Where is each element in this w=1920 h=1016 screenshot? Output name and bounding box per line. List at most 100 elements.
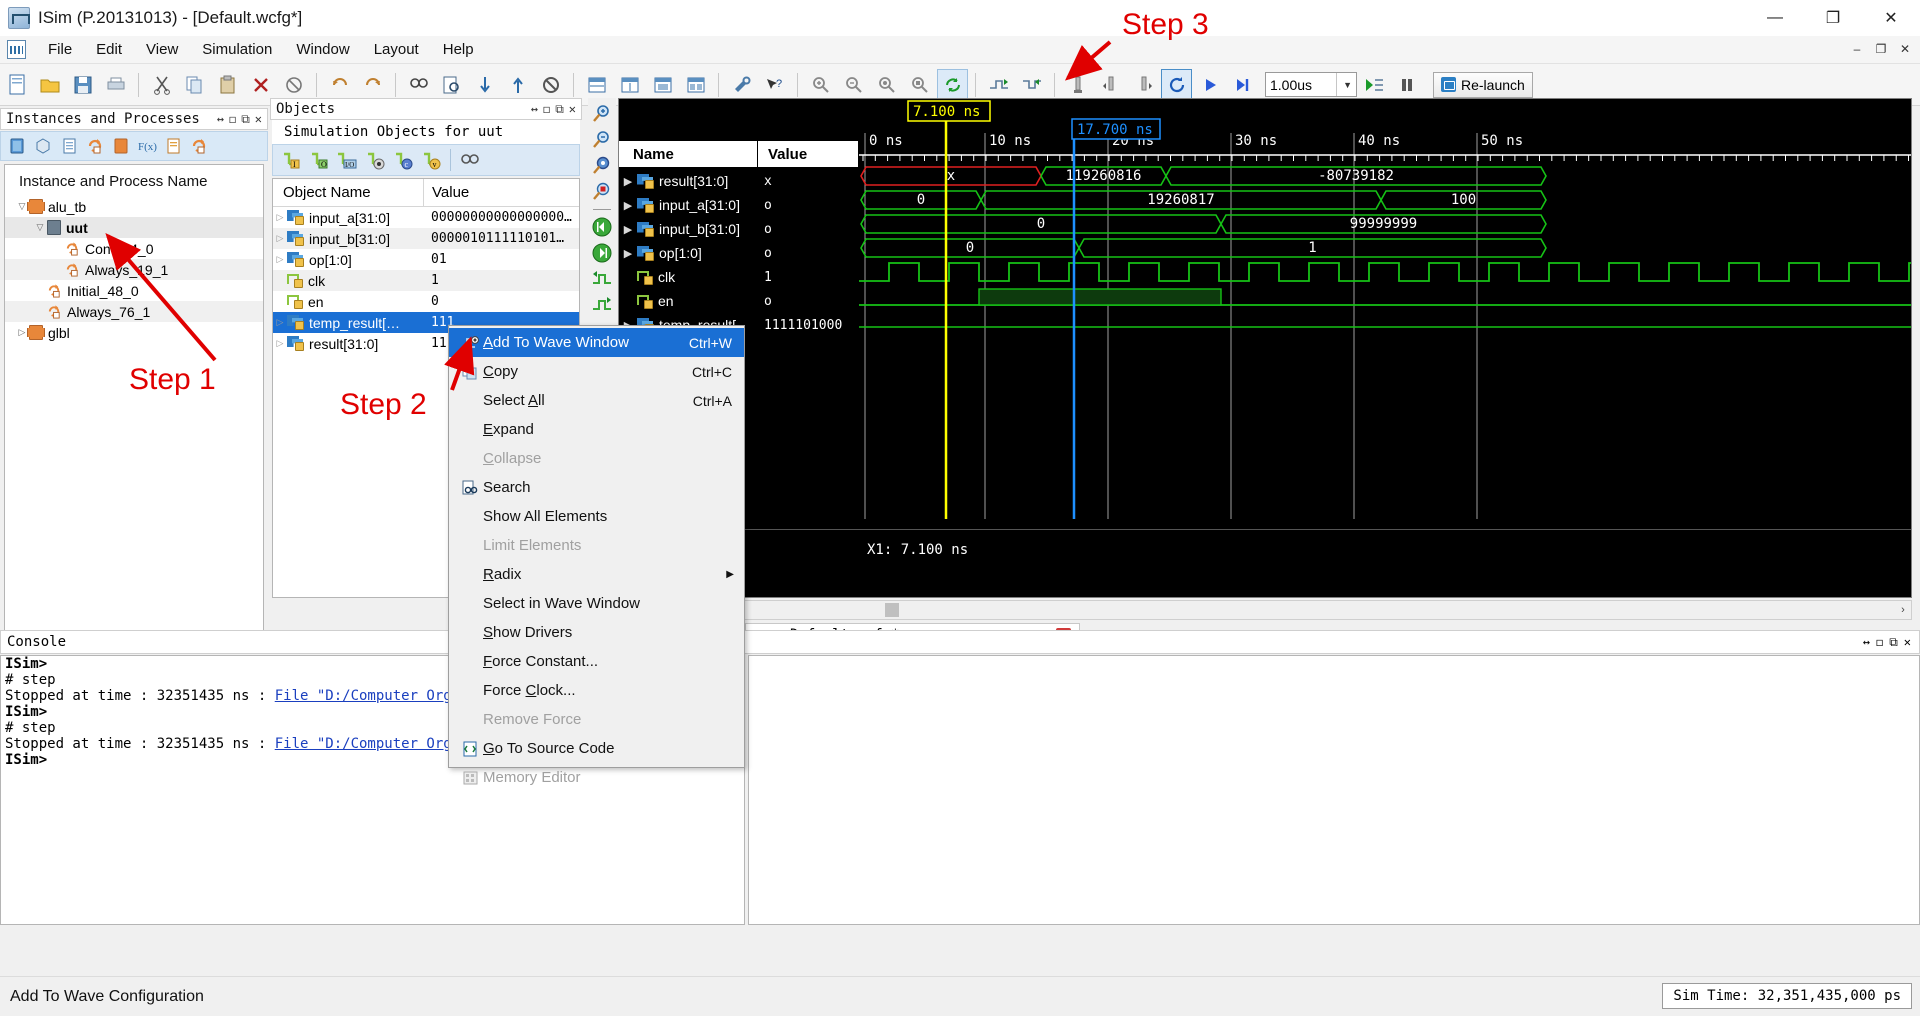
- always-filter-icon[interactable]: [187, 134, 211, 158]
- cut-icon[interactable]: [146, 69, 177, 100]
- instance-row-always_76_1[interactable]: Always_76_1: [5, 301, 263, 322]
- instance-tree[interactable]: Instance and Process Name ▽ alu_tb ▽ uut Con…: [4, 164, 264, 674]
- menu-item-show-drivers[interactable]: Show Drivers: [449, 618, 744, 647]
- zoom-fit-icon[interactable]: [871, 69, 902, 100]
- find-icon[interactable]: [403, 69, 434, 100]
- wave-goto-end-icon[interactable]: [590, 241, 614, 265]
- objects-panel-maximize-icon[interactable]: ◻: [543, 102, 550, 117]
- constant-filter-icon[interactable]: c: [391, 148, 415, 172]
- wave-expand-icon[interactable]: ▶: [619, 223, 637, 236]
- zoom-region-icon[interactable]: [904, 69, 935, 100]
- close-button[interactable]: ✕: [1862, 0, 1920, 36]
- wave-signal-row[interactable]: ▶ result[31:0]: [619, 169, 757, 193]
- snap-to-edge-icon[interactable]: [1016, 69, 1047, 100]
- menu-item-expand[interactable]: Expand: [449, 415, 744, 444]
- next-marker-icon[interactable]: [1128, 69, 1159, 100]
- object-row[interactable]: ▷ input_a[31:0] 00000000000000000…: [273, 207, 579, 228]
- menu-item-show-all-elements[interactable]: Show All Elements: [449, 502, 744, 531]
- instance-row-glbl[interactable]: ▷ glbl: [5, 322, 263, 343]
- object-expand-icon[interactable]: ▷: [273, 317, 287, 328]
- wave-graph[interactable]: 0 ns 10 ns 20 ns 30 ns 40 ns 50 nsx 119260816-…: [859, 99, 1912, 598]
- object-expand-icon[interactable]: ▷: [273, 254, 287, 265]
- instances-panel-restore-icon[interactable]: ⧉: [241, 112, 250, 127]
- menu-view[interactable]: View: [134, 38, 190, 61]
- instance-row-uut[interactable]: ▽ uut: [5, 217, 263, 238]
- instances-panel-close-icon[interactable]: ✕: [255, 112, 262, 127]
- mdi-close-button[interactable]: ✕: [1894, 38, 1916, 60]
- search-objects-icon[interactable]: [458, 148, 482, 172]
- undo-all-icon[interactable]: [278, 69, 309, 100]
- input-filter-icon[interactable]: I: [279, 148, 303, 172]
- menu-window[interactable]: Window: [284, 38, 361, 61]
- tile-vertical-icon[interactable]: [614, 69, 645, 100]
- console-maximize-icon[interactable]: ◻: [1876, 635, 1883, 650]
- instance-row-alu_tb[interactable]: ▽ alu_tb: [5, 196, 263, 217]
- object-row[interactable]: en 0: [273, 291, 579, 312]
- snap-to-transition-icon[interactable]: [983, 69, 1014, 100]
- float-window-icon[interactable]: [680, 69, 711, 100]
- menu-item-force-clock[interactable]: Force Clock...: [449, 676, 744, 705]
- wave-expand-icon[interactable]: ▶: [619, 199, 637, 212]
- delete-icon[interactable]: [245, 69, 276, 100]
- undo-icon[interactable]: [324, 69, 355, 100]
- pause-icon[interactable]: [1391, 69, 1422, 100]
- wave-next-transition-icon[interactable]: [590, 293, 614, 317]
- refresh-icon[interactable]: [937, 69, 968, 100]
- zoom-in-icon[interactable]: [805, 69, 836, 100]
- objects-panel-restore-icon[interactable]: ⧉: [555, 102, 564, 117]
- inout-filter-icon[interactable]: I/O: [335, 148, 359, 172]
- cancel-icon[interactable]: [535, 69, 566, 100]
- relaunch-button[interactable]: Re-launch: [1433, 71, 1533, 98]
- mdi-restore-button[interactable]: ❐: [1870, 38, 1892, 60]
- instance-filter-icon[interactable]: [5, 134, 29, 158]
- console-close-icon[interactable]: ✕: [1904, 635, 1911, 650]
- function-filter-icon[interactable]: F(x): [135, 134, 159, 158]
- run-time-combo[interactable]: 1.00us ▼: [1265, 72, 1357, 97]
- instance-row-always_19_1[interactable]: Always_19_1: [5, 259, 263, 280]
- maximize-button[interactable]: ❐: [1804, 0, 1862, 36]
- output-filter-icon[interactable]: O: [307, 148, 331, 172]
- wave-signal-row[interactable]: ▶ op[1:0]: [619, 241, 757, 265]
- wave-zoom-out-icon[interactable]: [590, 128, 614, 152]
- restart-icon[interactable]: [1161, 69, 1192, 100]
- wave-scroll-right-icon[interactable]: ›: [1895, 604, 1911, 616]
- open-file-icon[interactable]: [34, 69, 65, 100]
- object-expand-icon[interactable]: ▷: [273, 338, 287, 349]
- wave-signal-row[interactable]: ▶ input_a[31:0]: [619, 193, 757, 217]
- objects-panel-dock-icon[interactable]: ↔: [531, 102, 538, 117]
- menu-item-select-in-wave-window[interactable]: Select in Wave Window: [449, 589, 744, 618]
- wave-signal-row[interactable]: clk: [619, 265, 757, 289]
- tree-twisty-icon[interactable]: ▽: [33, 222, 47, 233]
- file-filter-icon[interactable]: [57, 134, 81, 158]
- wave-scroll-thumb[interactable]: [885, 603, 899, 617]
- menu-item-select-all[interactable]: Select All Ctrl+A: [449, 386, 744, 415]
- new-window-icon[interactable]: [647, 69, 678, 100]
- menu-simulation[interactable]: Simulation: [190, 38, 284, 61]
- variable-filter-icon[interactable]: v: [419, 148, 443, 172]
- menu-help[interactable]: Help: [431, 38, 486, 61]
- component-filter-icon[interactable]: [31, 134, 55, 158]
- move-down-icon[interactable]: [469, 69, 500, 100]
- block-filter-icon[interactable]: [161, 134, 185, 158]
- copy-icon[interactable]: [179, 69, 210, 100]
- wave-prev-transition-icon[interactable]: [590, 267, 614, 291]
- new-file-icon[interactable]: [1, 69, 32, 100]
- prev-marker-icon[interactable]: [1095, 69, 1126, 100]
- object-expand-icon[interactable]: ▷: [273, 233, 287, 244]
- menu-item-add-to-wave-window[interactable]: Add To Wave Window Ctrl+W: [449, 328, 744, 357]
- print-icon[interactable]: [100, 69, 131, 100]
- menu-item-copy[interactable]: Copy Ctrl+C: [449, 357, 744, 386]
- save-icon[interactable]: [67, 69, 98, 100]
- run-step-icon[interactable]: [1227, 69, 1258, 100]
- object-row[interactable]: ▷ input_b[31:0] 0000010111110101…: [273, 228, 579, 249]
- wave-expand-icon[interactable]: ▶: [619, 247, 637, 260]
- redo-icon[interactable]: [357, 69, 388, 100]
- menu-item-force-constant[interactable]: Force Constant...: [449, 647, 744, 676]
- instances-panel-maximize-icon[interactable]: ◻: [229, 112, 236, 127]
- chevron-down-icon[interactable]: ▼: [1336, 73, 1352, 96]
- module-filter-icon[interactable]: [109, 134, 133, 158]
- wave-zoom-in-icon[interactable]: [590, 102, 614, 126]
- menu-item-go-to-source-code[interactable]: Go To Source Code: [449, 734, 744, 763]
- menu-file[interactable]: File: [36, 38, 84, 61]
- wave-window[interactable]: Name ▶ result[31:0] ▶ input_a[31:0] ▶ input_b…: [618, 98, 1912, 598]
